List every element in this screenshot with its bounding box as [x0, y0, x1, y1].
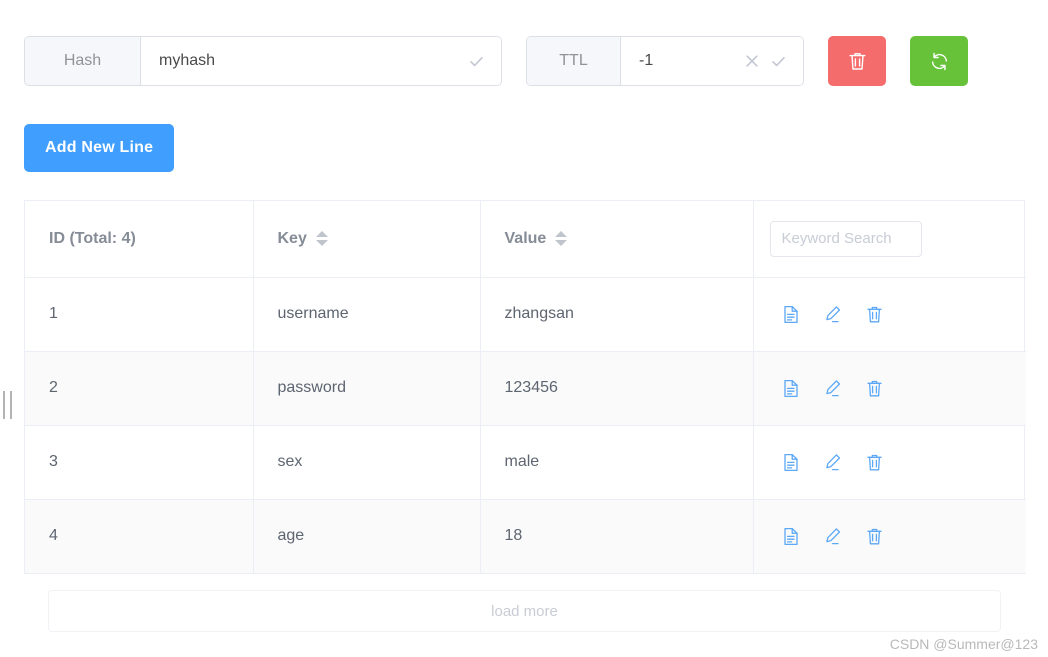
load-more-button[interactable]: load more: [48, 590, 1001, 632]
edit-icon[interactable]: [820, 301, 846, 327]
cell-key: age: [253, 499, 481, 574]
toolbar: Hash myhash TTL -1: [24, 36, 968, 86]
ttl-field[interactable]: -1: [621, 37, 803, 85]
refresh-button[interactable]: [910, 36, 968, 86]
watermark: CSDN @Summer@123: [889, 636, 1038, 652]
cell-id: 4: [25, 499, 254, 574]
check-icon[interactable]: [463, 48, 489, 74]
cell-actions: [753, 277, 1026, 352]
caret-up-icon: [315, 231, 328, 238]
column-header-key[interactable]: Key: [253, 201, 481, 278]
cell-key: password: [253, 351, 481, 426]
cell-id: 1: [25, 277, 254, 352]
data-table: ID (Total: 4) Key Value Keyword Search 1…: [24, 200, 1026, 574]
table-row[interactable]: 4 age 18: [25, 499, 1026, 574]
resize-bar: [3, 391, 5, 419]
table-row[interactable]: 2 password 123456: [25, 351, 1026, 426]
table-row[interactable]: 3 sex male: [25, 425, 1026, 500]
add-new-line-button[interactable]: Add New Line: [24, 124, 175, 172]
column-header-actions: [753, 201, 1026, 278]
column-label-value: Value: [504, 229, 547, 247]
resize-bar: [10, 391, 12, 419]
document-icon[interactable]: [778, 523, 804, 549]
document-icon[interactable]: [778, 449, 804, 475]
edit-icon[interactable]: [820, 449, 846, 475]
trash-icon[interactable]: [862, 301, 888, 327]
cell-value: male: [480, 425, 754, 500]
column-header-id: ID (Total: 4): [25, 201, 254, 278]
column-header-value[interactable]: Value: [480, 201, 754, 278]
column-label-id: ID (Total: 4): [49, 229, 136, 247]
caret-down-icon: [555, 240, 568, 247]
ttl-value: -1: [639, 52, 654, 69]
hash-label: Hash: [25, 37, 141, 85]
delete-hash-button[interactable]: [828, 36, 886, 86]
hash-field[interactable]: myhash: [141, 37, 501, 85]
sort-caret-icon[interactable]: [315, 229, 328, 249]
cell-value: 123456: [480, 351, 754, 426]
cell-actions: [753, 499, 1026, 574]
cell-value: 18: [480, 499, 754, 574]
document-icon[interactable]: [778, 301, 804, 327]
hash-input-group[interactable]: Hash myhash: [24, 36, 502, 86]
cell-key: sex: [253, 425, 481, 500]
trash-icon[interactable]: [862, 375, 888, 401]
panel-resize-handle[interactable]: [3, 391, 12, 419]
cell-actions: [753, 351, 1026, 426]
table-header-row: ID (Total: 4) Key Value: [25, 201, 1026, 278]
hash-value: myhash: [159, 52, 216, 69]
cell-key: username: [253, 277, 481, 352]
ttl-label: TTL: [527, 37, 621, 85]
edit-icon[interactable]: [820, 523, 846, 549]
trash-icon[interactable]: [862, 523, 888, 549]
app-root: Hash myhash TTL -1 Add New Line ID (Tota…: [0, 0, 1048, 657]
edit-icon[interactable]: [820, 375, 846, 401]
cell-id: 3: [25, 425, 254, 500]
cell-actions: [753, 425, 1026, 500]
table-row[interactable]: 1 username zhangsan: [25, 277, 1026, 352]
close-icon[interactable]: [739, 48, 765, 74]
check-icon[interactable]: [765, 48, 791, 74]
cell-id: 2: [25, 351, 254, 426]
caret-down-icon: [315, 240, 328, 247]
column-label-key: Key: [277, 229, 307, 247]
ttl-input-group[interactable]: TTL -1: [526, 36, 804, 86]
caret-up-icon: [555, 231, 568, 238]
keyword-search-input[interactable]: [769, 220, 922, 257]
sort-caret-icon[interactable]: [555, 229, 568, 249]
document-icon[interactable]: [778, 375, 804, 401]
trash-icon[interactable]: [862, 449, 888, 475]
table-body: 1 username zhangsan 2 password 123456 3 …: [25, 277, 1026, 574]
cell-value: zhangsan: [480, 277, 754, 352]
